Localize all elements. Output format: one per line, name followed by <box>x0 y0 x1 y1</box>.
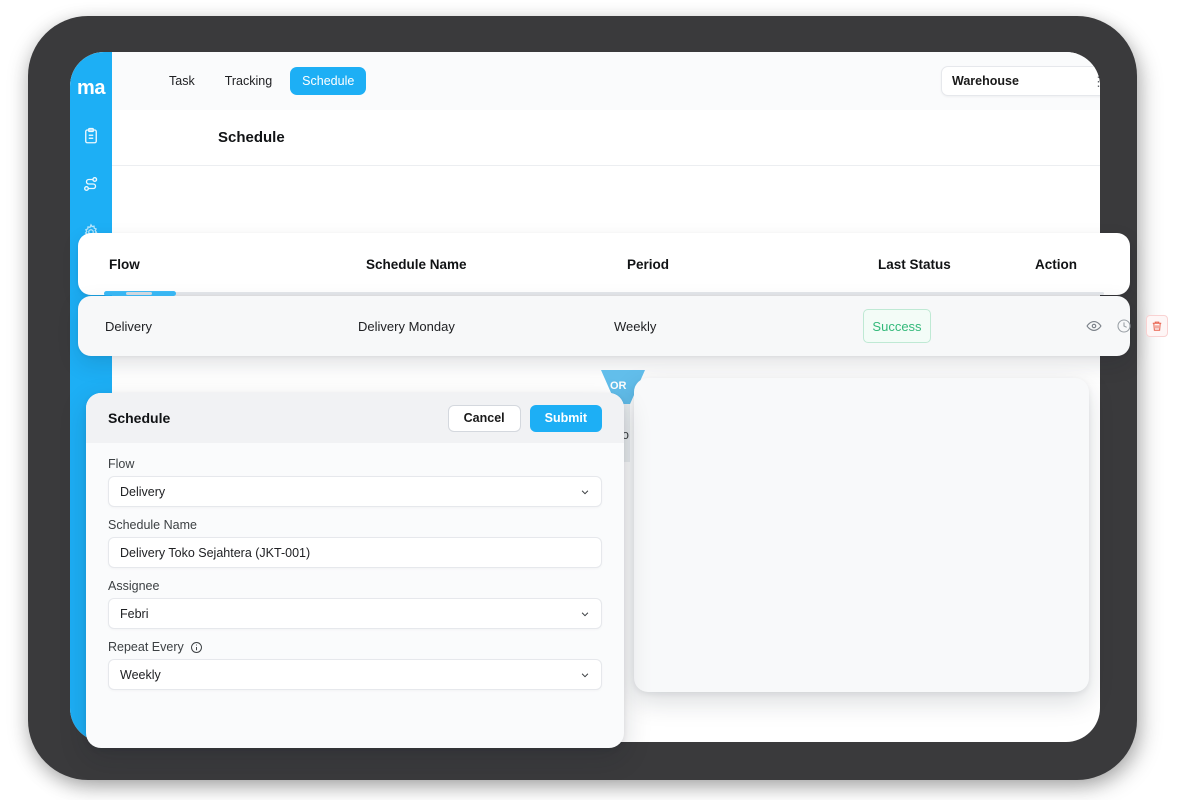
field-repeat-every: Repeat Every Weekly <box>108 640 602 690</box>
field-schedule-name-value: Delivery Toko Sejahtera (JKT-001) <box>120 545 311 560</box>
warehouse-select[interactable]: Warehouse ⋮ <box>941 66 1100 96</box>
schedule-form-title: Schedule <box>108 410 171 426</box>
field-repeat-every-label-text: Repeat Every <box>108 640 184 654</box>
field-schedule-name-label: Schedule Name <box>108 518 197 532</box>
submit-button[interactable]: Submit <box>529 404 602 432</box>
warehouse-value: Warehouse <box>952 74 1019 88</box>
tab-tracking[interactable]: Tracking <box>213 67 284 95</box>
eye-icon[interactable] <box>1086 318 1102 334</box>
delete-button[interactable] <box>1146 315 1168 337</box>
chevron-down-icon <box>581 672 589 677</box>
column-header-last-status: Last Status <box>878 256 951 272</box>
or-badge-label: OR <box>610 380 627 392</box>
schedule-detail-panel <box>634 378 1089 692</box>
horizontal-scrollbar-track[interactable] <box>104 292 1104 295</box>
field-assignee: Assignee Febri <box>108 579 602 629</box>
info-icon[interactable] <box>190 641 203 654</box>
table-row[interactable]: Delivery Delivery Monday Weekly Success <box>78 296 1168 356</box>
field-assignee-value: Febri <box>120 606 149 621</box>
column-header-period: Period <box>627 256 670 272</box>
cancel-button[interactable]: Cancel <box>447 404 521 432</box>
clock-icon[interactable] <box>1116 318 1132 334</box>
field-flow-label: Flow <box>108 457 135 471</box>
clipboard-icon[interactable] <box>81 126 101 146</box>
field-assignee-label: Assignee <box>108 579 160 593</box>
schedule-form-body: Flow Delivery Schedule Name Delivery Tok… <box>86 443 624 690</box>
field-flow-select[interactable]: Delivery <box>108 476 602 507</box>
cell-schedule-name: Delivery Monday <box>358 318 455 334</box>
field-assignee-select[interactable]: Febri <box>108 598 602 629</box>
field-schedule-name-input[interactable]: Delivery Toko Sejahtera (JKT-001) <box>108 537 602 568</box>
row-actions <box>1086 315 1168 337</box>
cell-period: Weekly <box>614 318 657 334</box>
column-header-flow: Flow <box>109 256 140 272</box>
field-repeat-every-value: Weekly <box>120 667 161 682</box>
field-repeat-every-select[interactable]: Weekly <box>108 659 602 690</box>
column-header-action: Action <box>1035 256 1077 272</box>
status-badge: Success <box>863 309 931 343</box>
schedule-form-panel: Schedule Cancel Submit Flow Delivery Sch… <box>86 393 624 748</box>
nav-tabs: Task Tracking Schedule <box>157 67 367 95</box>
page-header: Schedule <box>112 110 1100 166</box>
field-repeat-every-label: Repeat Every <box>108 640 602 654</box>
flow-route-icon[interactable] <box>81 174 101 194</box>
topbar: Task Tracking Schedule Warehouse ⋮ <box>112 52 1100 110</box>
field-flow-value: Delivery <box>120 484 166 499</box>
field-flow: Flow Delivery <box>108 457 602 507</box>
chevron-down-icon <box>581 489 589 494</box>
table-header: Flow Schedule Name Period Last Status Ac… <box>78 233 1130 295</box>
trash-icon <box>1152 321 1162 331</box>
field-schedule-name: Schedule Name Delivery Toko Sejahtera (J… <box>108 518 602 568</box>
tab-schedule[interactable]: Schedule <box>290 67 367 95</box>
page-title: Schedule <box>218 129 285 146</box>
schedule-form-header: Schedule Cancel Submit <box>86 393 624 443</box>
app-logo: ma <box>77 77 105 99</box>
kebab-menu-icon[interactable]: ⋮ <box>1092 75 1100 88</box>
column-header-schedule-name: Schedule Name <box>366 256 467 272</box>
cell-flow: Delivery <box>105 318 152 334</box>
horizontal-scrollbar-thumb[interactable] <box>104 291 176 296</box>
tab-task[interactable]: Task <box>157 67 207 95</box>
chevron-down-icon <box>581 611 589 616</box>
